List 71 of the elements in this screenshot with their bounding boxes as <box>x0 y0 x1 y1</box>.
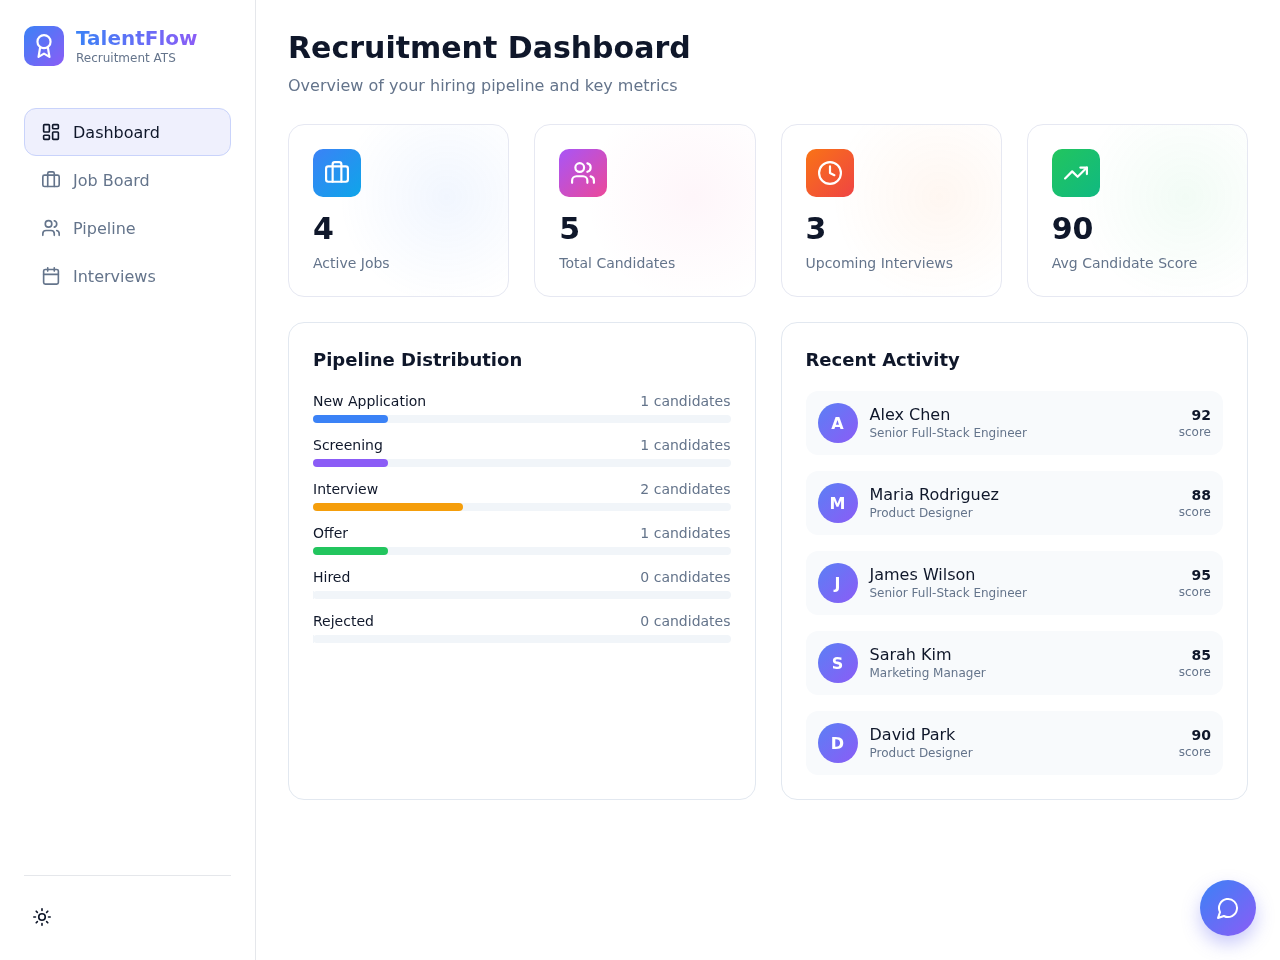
stage-count: 1 candidates <box>640 436 731 455</box>
nav-item[interactable]: Pipeline <box>24 204 231 252</box>
candidate-score: 88 <box>1191 486 1211 504</box>
stat-value: 90 <box>1051 211 1095 247</box>
award-icon <box>24 26 64 66</box>
candidate-score: 90 <box>1191 726 1211 744</box>
candidate-avatar: M <box>817 483 858 523</box>
candidate-row[interactable]: J James Wilson Senior Full-Stack Engineer 95 score <box>805 551 1223 615</box>
stage-count: 1 candidates <box>640 524 731 543</box>
stat-value: 4 <box>313 211 335 247</box>
stage-label: Interview <box>313 480 379 499</box>
candidate-name: David Park <box>869 725 956 745</box>
page-subtitle: Overview of your hiring pipeline and key metrics <box>288 75 679 97</box>
nav-item[interactable]: Interviews <box>24 252 231 300</box>
stat-value: 3 <box>805 211 828 247</box>
stat-label: Active Jobs <box>313 254 391 273</box>
candidate-avatar: D <box>817 723 858 763</box>
stage-label: Offer <box>313 524 349 543</box>
card-title: Recent Activity <box>805 348 961 372</box>
candidate-role: Marketing Manager <box>869 665 986 681</box>
candidate-score: 85 <box>1191 646 1211 664</box>
stat-label: Total Candidates <box>559 254 677 273</box>
card-title: Pipeline Distribution <box>313 348 524 372</box>
stage-count: 1 candidates <box>640 392 731 411</box>
candidate-score: 95 <box>1191 566 1211 584</box>
calendar-icon <box>42 267 60 285</box>
candidate-row[interactable]: S Sarah Kim Marketing Manager 85 score <box>805 631 1223 695</box>
stage-label: Rejected <box>313 612 374 631</box>
candidate-avatar: A <box>817 403 858 443</box>
people-icon <box>559 149 608 197</box>
dashboard-icon <box>42 123 60 141</box>
stage-label: Hired <box>313 568 351 587</box>
candidate-row[interactable]: A Alex Chen Senior Full-Stack Engineer 92 score <box>805 391 1223 455</box>
candidate-avatar: J <box>817 563 858 603</box>
score-label: score <box>1178 664 1211 680</box>
nav-item[interactable]: Job Board <box>24 156 231 204</box>
stage-count: 0 candidates <box>640 612 731 631</box>
stage-count: 0 candidates <box>640 568 731 587</box>
stage-label: New Application <box>313 392 427 411</box>
candidate-role: Product Designer <box>869 745 973 761</box>
stat-value: 5 <box>559 211 582 247</box>
candidate-role: Product Designer <box>869 505 973 521</box>
trending-up-icon <box>1051 149 1100 197</box>
page-title: Recruitment Dashboard <box>288 30 692 66</box>
chat-button[interactable] <box>1200 880 1256 936</box>
candidate-score: 92 <box>1191 406 1211 424</box>
candidate-avatar: S <box>817 643 858 683</box>
briefcase-icon <box>42 171 60 189</box>
stat-label: Avg Candidate Score <box>1051 254 1199 273</box>
candidate-name: Sarah Kim <box>869 645 952 665</box>
clock-icon <box>805 149 854 197</box>
candidate-name: Alex Chen <box>869 405 951 425</box>
stat-label: Upcoming Interviews <box>805 254 955 273</box>
score-label: score <box>1178 584 1211 600</box>
candidate-row[interactable]: M Maria Rodriguez Product Designer 88 score <box>805 471 1223 535</box>
candidate-role: Senior Full-Stack Engineer <box>869 425 1027 441</box>
stage-label: Screening <box>313 436 383 455</box>
candidate-name: Maria Rodriguez <box>869 485 999 505</box>
score-label: score <box>1178 744 1211 760</box>
candidate-name: James Wilson <box>869 565 976 585</box>
people-icon <box>42 219 60 237</box>
stage-count: 2 candidates <box>640 480 731 499</box>
score-label: score <box>1178 504 1211 520</box>
sun-icon <box>33 908 51 926</box>
speech-bubble-icon <box>1217 897 1239 919</box>
brand-tagline: Recruitment ATS <box>76 50 176 66</box>
nav-item[interactable]: Dashboard <box>24 108 231 156</box>
candidate-role: Senior Full-Stack Engineer <box>869 585 1027 601</box>
candidate-row[interactable]: D David Park Product Designer 90 score <box>805 711 1223 775</box>
score-label: score <box>1178 424 1211 440</box>
briefcase-icon <box>313 149 361 197</box>
